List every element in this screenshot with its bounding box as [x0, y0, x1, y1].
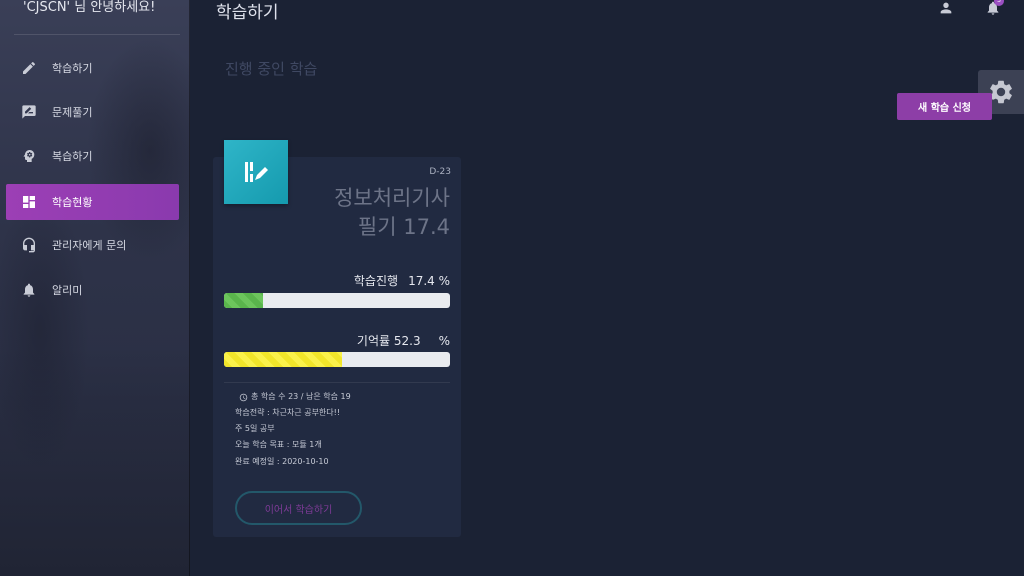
- sidebar-item-status[interactable]: 학습현황: [6, 184, 179, 220]
- info-total: 총 학습 수 23 / 남은 학습 19: [235, 392, 351, 402]
- memory-value: 52.3: [393, 334, 421, 348]
- memory-label-row: 기억률 52.3%: [224, 332, 450, 349]
- notification-badge: 3: [994, 0, 1004, 6]
- course-logo: [224, 140, 288, 204]
- sidebar-item-label: 알리미: [52, 284, 83, 297]
- sidebar-item-contact-admin[interactable]: 관리자에게 문의: [6, 227, 179, 263]
- memory-bar-fill: [224, 352, 343, 367]
- memory-unit: %: [438, 334, 450, 348]
- progress-label: 학습진행: [353, 274, 399, 288]
- pencil-icon: [20, 60, 37, 77]
- info-total-text: 총 학습 수 23 / 남은 학습 19: [251, 392, 351, 401]
- section-title: 진행 중인 학습: [225, 60, 318, 78]
- page-title: 학습하기: [216, 3, 279, 23]
- sidebar-item-label: 문제풀기: [52, 106, 93, 119]
- sidebar-item-label: 학습현황: [52, 196, 93, 209]
- info-goal: 오늘 학습 목표 : 모듈 1개: [235, 440, 322, 449]
- info-end-date: 완료 예정일 : 2020-10-10: [235, 457, 329, 466]
- sidebar-divider: [14, 34, 180, 35]
- sidebar-item-quiz[interactable]: 문제풀기: [6, 94, 179, 130]
- course-edit-icon: [245, 162, 268, 182]
- progress-bar-fill: [224, 293, 264, 308]
- sidebar-item-study[interactable]: 학습하기: [6, 50, 179, 86]
- sidebar-item-label: 복습하기: [52, 150, 93, 163]
- timer-icon: [239, 393, 248, 401]
- memory-bar: [224, 352, 450, 367]
- new-course-button[interactable]: 새 학습 신청: [897, 93, 992, 120]
- sidebar-item-notifier[interactable]: 알리미: [6, 272, 179, 308]
- course-title: 정보처리기사 필기 17.4: [300, 184, 450, 242]
- brain-head-icon: [20, 148, 37, 165]
- sidebar: 'CJSCN' 님 안녕하세요! 학습하기 문제풀기 복습하기 학습현황 관리자…: [0, 0, 190, 576]
- dashboard-icon: [20, 194, 37, 211]
- course-title-line2: 필기 17.4: [357, 215, 450, 239]
- sidebar-item-review[interactable]: 복습하기: [6, 138, 179, 174]
- sidebar-item-label: 관리자에게 문의: [52, 239, 127, 252]
- sidebar-item-label: 학습하기: [52, 62, 93, 75]
- headset-icon: [20, 237, 37, 254]
- continue-study-button[interactable]: 이어서 학습하기: [235, 491, 362, 525]
- course-title-line1: 정보처리기사: [334, 186, 450, 210]
- user-icon[interactable]: [938, 0, 954, 16]
- greeting-text: 'CJSCN' 님 안녕하세요!: [23, 0, 156, 15]
- card-divider: [224, 382, 450, 383]
- info-strategy: 학습전략 : 차근차근 공부한다!!: [235, 408, 341, 417]
- bell-icon: [20, 282, 37, 299]
- progress-bar: [224, 293, 450, 308]
- info-days: 주 5일 공부: [235, 424, 275, 433]
- quiz-icon: [20, 104, 37, 121]
- progress-label-row: 학습진행 17.4 %: [224, 272, 450, 289]
- progress-value: 17.4 %: [408, 274, 450, 288]
- dday-label: D-23: [429, 167, 451, 177]
- memory-label: 기억률: [356, 334, 391, 348]
